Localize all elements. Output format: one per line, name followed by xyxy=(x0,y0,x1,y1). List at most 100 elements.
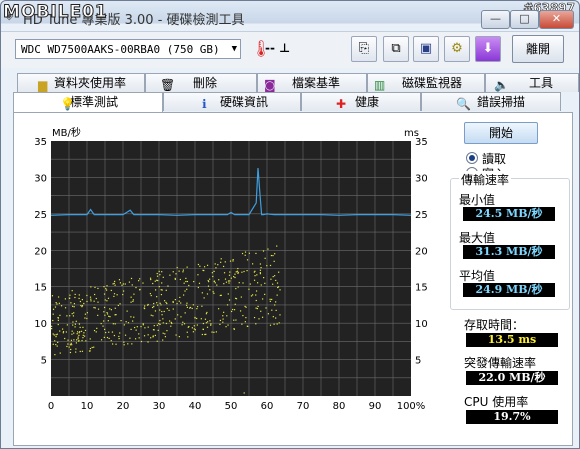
access-time-point xyxy=(248,288,250,290)
access-time-point xyxy=(150,278,152,281)
access-time-point xyxy=(218,308,220,310)
access-time-point xyxy=(123,341,125,343)
access-time-point xyxy=(144,327,146,329)
y-tick-label-left: 15 xyxy=(34,283,47,294)
access-time-point xyxy=(111,343,114,345)
access-time-point xyxy=(129,337,131,339)
access-time-point xyxy=(207,285,210,287)
minimize-button[interactable]: — xyxy=(481,10,510,29)
access-time-point xyxy=(138,333,140,335)
access-time-point xyxy=(254,275,256,277)
tab-error-scan[interactable]: 🔍 錯誤掃描 xyxy=(421,92,561,111)
access-time-point xyxy=(273,260,275,262)
access-time-point xyxy=(228,274,231,276)
benchmark-chart: MB/秒 ms 0 10 20 30 40 50 60 70 80 90 100%510152025… xyxy=(34,126,427,412)
access-time-point xyxy=(95,331,97,333)
access-time-point xyxy=(159,309,161,311)
access-time-point xyxy=(242,282,244,284)
access-time-point xyxy=(78,297,80,300)
access-time-point xyxy=(230,277,232,279)
access-time-point xyxy=(124,334,127,336)
access-time-point xyxy=(111,331,114,333)
access-time-point xyxy=(222,318,224,320)
access-time-point xyxy=(106,336,109,339)
access-time-point xyxy=(117,304,119,306)
access-time-point xyxy=(52,319,54,322)
access-time-point xyxy=(103,306,106,309)
access-time-point xyxy=(78,334,80,336)
access-time-point xyxy=(250,295,253,297)
tab-folder-usage[interactable]: ▆ 資料夾使用率 xyxy=(17,73,145,92)
copy-info-button[interactable]: ⎘ xyxy=(351,36,377,62)
tab-tools[interactable]: 🔈 工具 xyxy=(485,73,579,92)
access-time-point xyxy=(142,282,144,284)
access-time-point xyxy=(97,287,99,290)
access-time-point xyxy=(86,312,89,314)
access-time-point xyxy=(122,293,124,296)
access-time-point xyxy=(274,304,276,306)
access-time-point xyxy=(149,277,152,279)
access-time-point xyxy=(76,331,79,333)
access-time-point xyxy=(209,278,211,280)
maximize-button[interactable]: □ xyxy=(510,10,539,29)
access-time-point xyxy=(153,302,155,305)
access-time-point xyxy=(158,270,160,273)
title-bar[interactable]: ◈ HD Tune 專業版 3.00 - 硬碟檢測工具 MOBILE01 #63… xyxy=(1,1,579,31)
access-time-point xyxy=(265,307,267,309)
access-time-point xyxy=(274,253,276,255)
access-time-point xyxy=(182,321,184,323)
tab-disk-monitor[interactable]: ▥ 磁碟監視器 xyxy=(367,73,485,92)
access-time-point xyxy=(157,279,159,282)
x-tick-label: 40 xyxy=(189,401,202,412)
access-time-point xyxy=(186,306,189,308)
access-time-point xyxy=(73,306,75,308)
access-time-point xyxy=(64,307,67,309)
access-time-point xyxy=(143,307,146,310)
access-time-point xyxy=(90,286,92,288)
access-time-point xyxy=(246,259,249,261)
access-time-point xyxy=(160,293,163,296)
close-button[interactable]: ✕ xyxy=(539,10,574,29)
tab-erase[interactable]: 🗑 刪除 xyxy=(145,73,257,92)
tab-file-benchmark[interactable]: ◙ 檔案基準 xyxy=(257,73,367,92)
access-time-point xyxy=(231,310,233,313)
copy-screenshot-button[interactable]: ⧉ xyxy=(383,36,409,62)
exit-button[interactable]: 離開 xyxy=(512,35,564,63)
tab-benchmark[interactable]: 💡 標準測試 xyxy=(13,92,163,113)
access-time-point xyxy=(55,343,57,346)
access-time-point xyxy=(138,280,140,282)
access-time-point xyxy=(93,329,96,332)
options-button[interactable]: ⚙ xyxy=(444,36,470,62)
access-time-point xyxy=(68,297,70,299)
access-time-point xyxy=(223,272,226,274)
access-time-point xyxy=(185,304,188,306)
access-time-point xyxy=(245,306,247,308)
access-time-point xyxy=(271,309,273,311)
access-time-point xyxy=(62,332,64,334)
save-button[interactable]: ▣ xyxy=(413,36,439,62)
drive-select[interactable]: WDC WD7500AAKS-00RBA0 (750 GB) ▼ xyxy=(15,39,241,59)
tab-health[interactable]: ✚ 健康 xyxy=(301,92,421,111)
access-time-point xyxy=(77,338,79,340)
access-time-point xyxy=(229,260,232,262)
start-button[interactable]: 開始 xyxy=(464,122,538,144)
access-time-point xyxy=(143,335,146,337)
tab-disk-info[interactable]: ℹ 硬碟資訊 xyxy=(163,92,301,111)
access-time-point xyxy=(159,319,161,322)
access-time-point xyxy=(56,303,58,305)
access-time-point xyxy=(75,348,77,350)
access-time-point xyxy=(160,304,162,306)
access-time-point xyxy=(271,298,273,301)
access-time-point xyxy=(166,307,168,310)
access-time-point xyxy=(109,316,111,318)
access-time-point xyxy=(187,336,189,338)
access-time-point xyxy=(82,337,84,339)
access-time-point xyxy=(224,261,226,263)
radio-read-label: 讀取 xyxy=(482,152,507,166)
y-tick-label-right: 5 xyxy=(415,356,421,367)
access-time-point xyxy=(272,276,274,278)
x-tick-label: 80 xyxy=(333,401,346,412)
access-time-point xyxy=(107,320,109,322)
access-time-point xyxy=(83,332,85,334)
download-button[interactable]: ⬇ xyxy=(475,36,501,62)
